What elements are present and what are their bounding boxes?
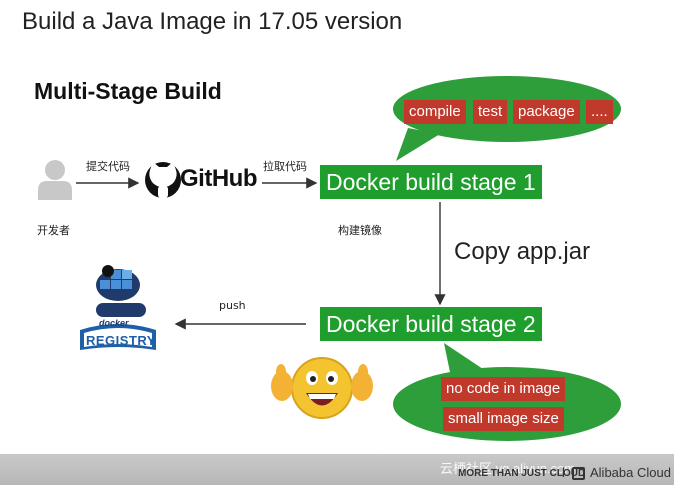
footer-brand: Alibaba Cloud xyxy=(590,465,671,480)
thumbs-up-grin-emoji-icon xyxy=(271,357,373,419)
tag-ellipsis: .... xyxy=(586,100,613,124)
person-icon xyxy=(38,160,72,200)
copy-app-jar-label: Copy app.jar xyxy=(454,238,591,265)
developer-label: 开发者 xyxy=(37,224,70,237)
footer-separator: | xyxy=(562,467,565,478)
pull-code-label: 拉取代码 xyxy=(263,160,307,173)
tag-no-code: no code in image xyxy=(441,377,566,401)
tag-compile: compile xyxy=(404,100,466,124)
footer-tagline: MORE THAN JUST CLOUD xyxy=(458,468,586,479)
registry-docker-label: docker xyxy=(99,318,129,328)
tag-test: test xyxy=(473,100,508,124)
stage-2-box: Docker build stage 2 xyxy=(320,307,542,341)
github-label: GitHub xyxy=(180,165,257,192)
build-image-label: 构建镜像 xyxy=(338,224,382,237)
stage-1-box: Docker build stage 1 xyxy=(320,165,542,199)
submit-code-label: 提交代码 xyxy=(86,160,130,173)
push-label: push xyxy=(219,299,246,312)
github-octocat-icon xyxy=(145,162,181,198)
tag-small-image: small image size xyxy=(443,407,564,431)
slide-title: Build a Java Image in 17.05 version xyxy=(22,8,403,35)
alibaba-cloud-logo-icon xyxy=(572,467,585,480)
tag-package: package xyxy=(513,100,580,124)
registry-label: REGISTRY xyxy=(86,333,156,348)
section-title: Multi-Stage Build xyxy=(34,78,222,104)
